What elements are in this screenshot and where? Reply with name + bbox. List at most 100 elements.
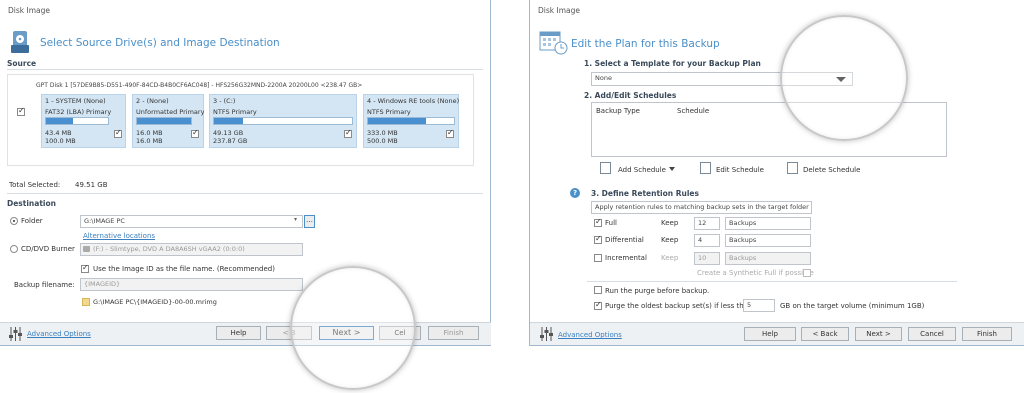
help-icon[interactable]: ? xyxy=(570,188,580,198)
folder-path-input[interactable]: G:\IMAGE PC xyxy=(80,215,303,228)
edit-schedule-icon xyxy=(700,162,711,174)
partition-checkbox[interactable] xyxy=(114,128,122,138)
partition-checkbox[interactable] xyxy=(446,128,454,138)
partition-fs: Unformatted Primary xyxy=(136,108,205,116)
partition-name: 1 - SYSTEM (None) xyxy=(45,97,106,105)
purge-oldest-checkbox[interactable] xyxy=(594,300,602,310)
cd-dvd-select[interactable]: (F:) - Slimtype, DVD A DA8A6SH vGAA2 (0:… xyxy=(80,243,303,256)
add-schedule-icon xyxy=(600,162,611,174)
partition-total: 237.87 GB xyxy=(213,137,248,145)
folder-label: Folder xyxy=(21,217,43,225)
dropdown-caret-icon[interactable] xyxy=(669,167,675,171)
partition-usage-bar xyxy=(367,117,455,125)
chevron-down-icon[interactable]: ▾ xyxy=(294,216,297,223)
partition-name: 3 - (C:) xyxy=(213,97,236,105)
keep-label: Keep xyxy=(661,219,679,227)
synthetic-full-label: Create a Synthetic Full if possible xyxy=(697,269,814,277)
partition-total: 16.0 MB xyxy=(136,137,163,145)
total-selected-value: 49.51 GB xyxy=(75,181,108,189)
output-path: G:\IMAGE PC\{IMAGEID}-00-00.mrimg xyxy=(93,298,217,306)
next-button[interactable]: Next > xyxy=(855,327,902,341)
step-2-label: 2. Add/Edit Schedules xyxy=(584,91,677,100)
retention-mode-select[interactable]: Apply retention rules to matching backup… xyxy=(591,201,812,214)
partition-name: 4 - Windows RE tools (None) xyxy=(367,97,460,105)
delete-schedule-button[interactable]: Delete Schedule xyxy=(803,166,860,174)
help-button[interactable]: Help xyxy=(744,327,796,341)
partition-used: 333.0 MB xyxy=(367,129,398,137)
full-checkbox[interactable] xyxy=(594,217,602,227)
calendar-clock-icon xyxy=(539,31,568,55)
folder-radio[interactable] xyxy=(10,217,18,225)
finish-button[interactable]: Finish xyxy=(962,327,1012,341)
partition-name: 2 - (None) xyxy=(136,97,169,105)
partition-4[interactable]: 4 - Windows RE tools (None) NTFS Primary… xyxy=(363,94,459,148)
backup-filename-input[interactable]: {IMAGEID} xyxy=(80,278,303,291)
cd-dvd-radio[interactable] xyxy=(10,245,18,253)
incremental-unit-select[interactable]: Backups xyxy=(725,252,811,265)
destination-label: Destination xyxy=(7,199,56,208)
advanced-options-link[interactable]: Advanced Options xyxy=(558,331,622,339)
source-label: Source xyxy=(7,59,37,68)
help-button[interactable]: Help xyxy=(216,326,261,340)
divider xyxy=(7,193,483,194)
advanced-options-link[interactable]: Advanced Options xyxy=(27,330,91,338)
partition-total: 500.0 MB xyxy=(367,137,398,145)
incremental-label: Incremental xyxy=(605,254,647,262)
partition-usage-bar xyxy=(45,117,109,125)
disk-select-checkbox[interactable] xyxy=(17,106,25,116)
window-title: Disk Image xyxy=(8,6,50,15)
differential-unit-select[interactable]: Backups xyxy=(725,234,811,247)
full-unit-select[interactable]: Backups xyxy=(725,217,811,230)
partition-used: 16.0 MB xyxy=(136,129,163,137)
differential-checkbox[interactable] xyxy=(594,234,602,244)
advanced-options-icon xyxy=(9,327,22,341)
partition-2[interactable]: 2 - (None) Unformatted Primary 16.0 MB 16… xyxy=(132,94,204,148)
incremental-checkbox[interactable] xyxy=(594,254,602,262)
dvd-drive-icon xyxy=(83,246,90,252)
wizard-footer: Advanced Options Help < Back Next > Canc… xyxy=(530,322,1024,345)
purge-oldest-label: Purge the oldest backup set(s) if less t… xyxy=(605,302,753,310)
browse-button[interactable]: … xyxy=(304,215,315,228)
window-title: Disk Image xyxy=(538,6,580,15)
use-image-id-checkbox[interactable] xyxy=(81,263,89,273)
partition-checkbox[interactable] xyxy=(344,128,352,138)
partition-usage-bar xyxy=(213,117,353,125)
add-schedule-button[interactable]: Add Schedule xyxy=(618,166,666,174)
purge-suffix: GB on the target volume (minimum 1GB) xyxy=(780,302,925,310)
magnifier-lens xyxy=(290,266,416,390)
disk-header: GPT Disk 1 [57DE9B85-D551-490F-84CD-B4B0… xyxy=(36,82,363,89)
full-count-stepper[interactable]: 12 xyxy=(694,217,720,230)
divider xyxy=(7,69,483,70)
step-1-label: 1. Select a Template for your Backup Pla… xyxy=(584,59,761,68)
page-title: Edit the Plan for this Backup xyxy=(571,38,720,50)
differential-label: Differential xyxy=(605,236,644,244)
partition-3[interactable]: 3 - (C:) NTFS Primary 49.13 GB 237.87 GB xyxy=(209,94,357,148)
purge-gb-stepper[interactable]: 5 xyxy=(743,299,775,312)
alternative-locations-link[interactable]: Alternative locations xyxy=(83,232,155,240)
synthetic-full-checkbox[interactable] xyxy=(803,269,811,277)
finish-button[interactable]: Finish xyxy=(428,326,479,340)
cd-dvd-label: CD/DVD Burner xyxy=(21,245,75,253)
purge-before-label: Run the purge before backup. xyxy=(605,287,710,295)
total-selected-label: Total Selected: xyxy=(9,181,61,189)
partition-used: 43.4 MB xyxy=(45,129,72,137)
purge-before-checkbox[interactable] xyxy=(594,286,602,294)
divider xyxy=(587,281,957,282)
col-backup-type: Backup Type xyxy=(596,107,640,115)
use-image-id-label: Use the Image ID as the file name. (Reco… xyxy=(93,265,275,273)
incremental-count-stepper[interactable]: 10 xyxy=(694,252,720,265)
cancel-button[interactable]: Cancel xyxy=(908,327,956,341)
disk-image-icon xyxy=(11,31,29,53)
advanced-options-icon xyxy=(540,327,553,341)
partition-used: 49.13 GB xyxy=(213,129,244,137)
partition-usage-bar xyxy=(136,117,192,125)
back-button[interactable]: < Back xyxy=(801,327,849,341)
edit-schedule-button[interactable]: Edit Schedule xyxy=(716,166,764,174)
wizard-footer: Advanced Options Help < B Next > Cel Fin… xyxy=(0,322,491,345)
folder-icon xyxy=(82,298,90,306)
differential-count-stepper[interactable]: 4 xyxy=(694,234,720,247)
partition-checkbox[interactable] xyxy=(191,128,199,138)
partition-1[interactable]: 1 - SYSTEM (None) FAT32 (LBA) Primary 43… xyxy=(41,94,126,148)
backup-plan-panel: Disk Image Edit the Plan for this Backup… xyxy=(529,0,1024,346)
backup-filename-label: Backup filename: xyxy=(14,281,75,289)
